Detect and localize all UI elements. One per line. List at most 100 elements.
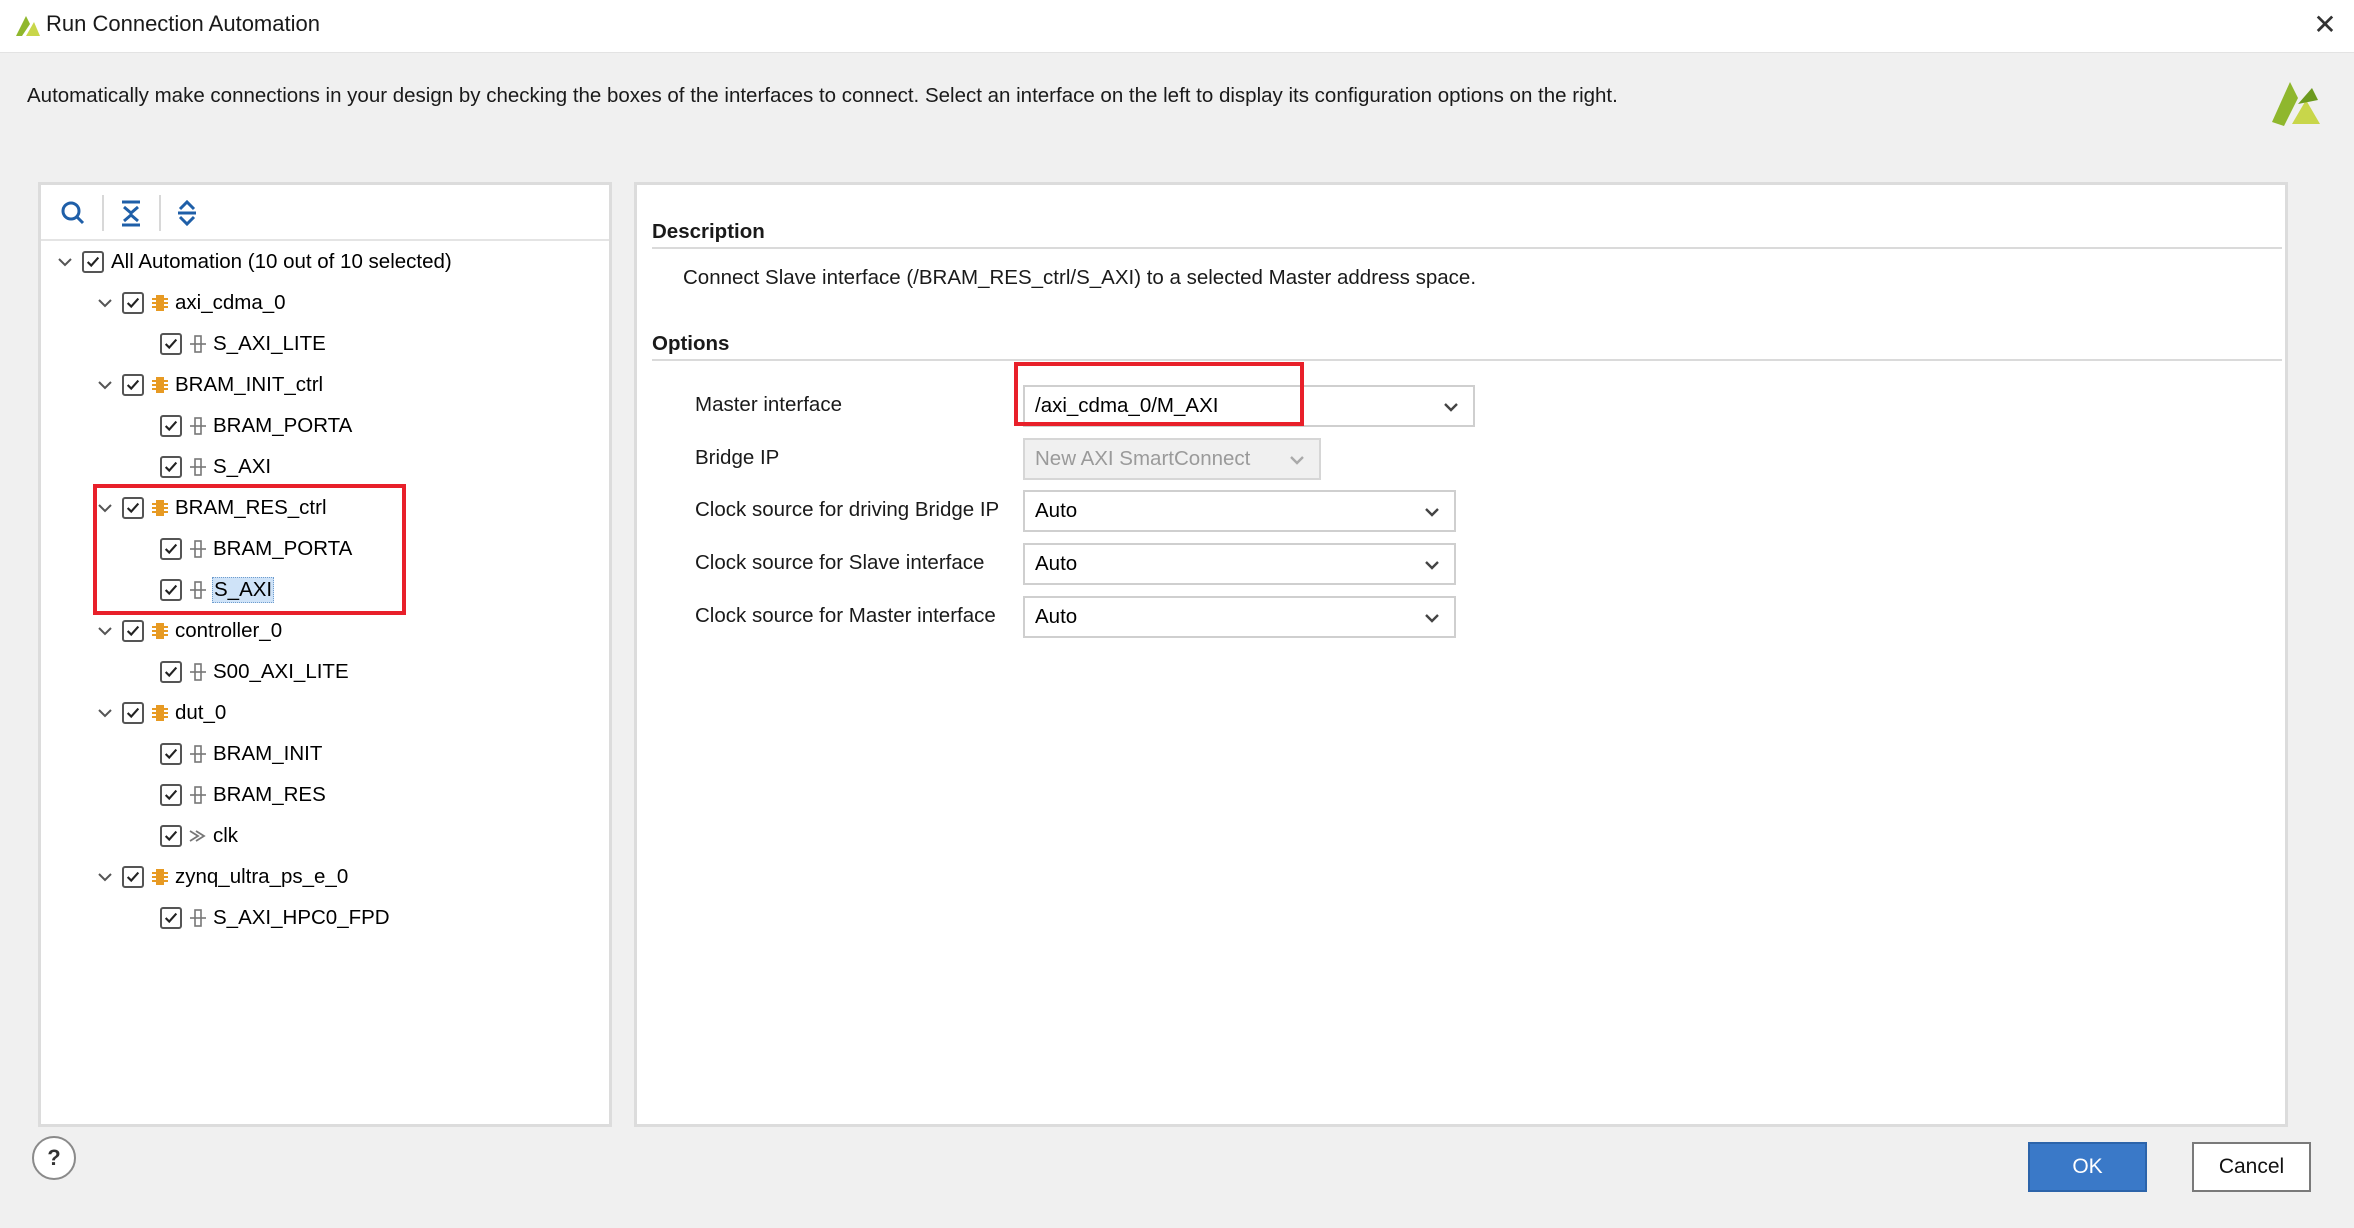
tree-item-label: clk bbox=[213, 824, 239, 847]
interface-icon bbox=[190, 663, 206, 681]
option-label: Bridge IP bbox=[695, 446, 780, 469]
option-select-value: New AXI SmartConnect bbox=[1035, 447, 1251, 470]
option-select-clock-source-for-master-interface[interactable]: Auto bbox=[1023, 596, 1456, 638]
tree-root-all-automation[interactable]: All Automation (10 out of 10 selected) bbox=[54, 242, 453, 282]
tree-item-s-axi-hpc0-fpd[interactable]: S_AXI_HPC0_FPD bbox=[132, 898, 391, 938]
option-select-value: Auto bbox=[1035, 605, 1078, 628]
tree-checkbox[interactable] bbox=[122, 292, 144, 314]
chevron-down-icon[interactable] bbox=[1422, 502, 1442, 522]
tree-item-clk[interactable]: clk bbox=[132, 816, 239, 856]
tree-checkbox[interactable] bbox=[122, 866, 144, 888]
option-label: Master interface bbox=[695, 393, 842, 416]
chevron-down-icon[interactable] bbox=[94, 292, 116, 314]
tree-item-bram-init[interactable]: BRAM_INIT bbox=[132, 734, 323, 774]
tree-item-bram-porta[interactable]: BRAM_PORTA bbox=[132, 406, 353, 446]
interface-icon bbox=[190, 458, 206, 476]
option-select-bridge-ip: New AXI SmartConnect bbox=[1023, 438, 1321, 480]
tree-checkbox[interactable] bbox=[160, 333, 182, 355]
description-title: Description bbox=[652, 220, 765, 243]
help-button[interactable]: ? bbox=[32, 1136, 76, 1180]
interface-icon bbox=[190, 786, 206, 804]
interface-icon bbox=[190, 745, 206, 763]
vivado-logo-icon bbox=[16, 16, 40, 36]
expand-all-icon[interactable] bbox=[169, 197, 205, 229]
tree-checkbox[interactable] bbox=[160, 784, 182, 806]
tree-item-label: dut_0 bbox=[175, 701, 227, 724]
toolbar-separator bbox=[102, 195, 104, 231]
tree-group-axi-cdma-0[interactable]: axi_cdma_0 bbox=[94, 283, 287, 323]
option-label: Clock source for Slave interface bbox=[695, 551, 985, 574]
tree-item-label: axi_cdma_0 bbox=[175, 291, 286, 314]
instructions-text: Automatically make connections in your d… bbox=[27, 84, 1618, 107]
chevron-down-icon[interactable] bbox=[94, 620, 116, 642]
ip-block-icon bbox=[152, 377, 168, 393]
options-divider bbox=[652, 359, 2282, 361]
ip-block-icon bbox=[152, 623, 168, 639]
window-title: Run Connection Automation bbox=[46, 11, 320, 36]
tree-item-label: BRAM_INIT bbox=[213, 742, 323, 765]
chevron-down-icon[interactable] bbox=[94, 374, 116, 396]
tree-item-label: BRAM_INIT_ctrl bbox=[175, 373, 324, 396]
chevron-down-icon[interactable] bbox=[1441, 397, 1461, 417]
interface-icon bbox=[190, 909, 206, 927]
option-select-clock-source-for-slave-interface[interactable]: Auto bbox=[1023, 543, 1456, 585]
tree-item-s-axi[interactable]: S_AXI bbox=[132, 447, 272, 487]
search-icon[interactable] bbox=[55, 197, 91, 229]
tree-item-label: S_AXI_LITE bbox=[213, 332, 326, 355]
tree-checkbox[interactable] bbox=[160, 743, 182, 765]
tree-item-label: controller_0 bbox=[175, 619, 283, 642]
collapse-all-icon[interactable] bbox=[113, 197, 149, 229]
tree-toolbar bbox=[41, 185, 609, 241]
ip-block-icon bbox=[152, 705, 168, 721]
ip-block-icon bbox=[152, 295, 168, 311]
cancel-button[interactable]: Cancel bbox=[2192, 1142, 2311, 1192]
xilinx-logo-icon bbox=[2272, 82, 2320, 126]
tree-checkbox[interactable] bbox=[160, 825, 182, 847]
tree-item-s00-axi-lite[interactable]: S00_AXI_LITE bbox=[132, 652, 350, 692]
ip-block-icon bbox=[152, 869, 168, 885]
highlight-box-bram-res-ctrl bbox=[93, 484, 406, 615]
tree-item-label: zynq_ultra_ps_e_0 bbox=[175, 865, 349, 888]
interface-icon bbox=[190, 417, 206, 435]
tree-item-label: S_AXI bbox=[213, 455, 272, 478]
option-label: Clock source for Master interface bbox=[695, 604, 996, 627]
chevron-down-icon[interactable] bbox=[94, 702, 116, 724]
ok-button[interactable]: OK bbox=[2028, 1142, 2147, 1192]
option-select-clock-source-for-driving-bridge-ip[interactable]: Auto bbox=[1023, 490, 1456, 532]
tree-checkbox[interactable] bbox=[160, 907, 182, 929]
tree-group-bram-init-ctrl[interactable]: BRAM_INIT_ctrl bbox=[94, 365, 324, 405]
chevron-down-icon bbox=[1290, 456, 1304, 465]
chevron-down-icon[interactable] bbox=[54, 251, 76, 273]
tree-checkbox[interactable] bbox=[122, 620, 144, 642]
description-text: Connect Slave interface (/BRAM_RES_ctrl/… bbox=[683, 266, 1477, 289]
tree-checkbox[interactable] bbox=[160, 661, 182, 683]
tree-item-label: BRAM_RES bbox=[213, 783, 326, 806]
chevron-down-icon[interactable] bbox=[1422, 608, 1442, 628]
tree-checkbox[interactable] bbox=[160, 415, 182, 437]
tree-item-label: S00_AXI_LITE bbox=[213, 660, 349, 683]
option-select-value: Auto bbox=[1035, 499, 1078, 522]
tree-checkbox[interactable] bbox=[122, 702, 144, 724]
description-divider bbox=[652, 247, 2282, 249]
highlight-box-master-interface bbox=[1014, 362, 1304, 426]
tree-group-controller-0[interactable]: controller_0 bbox=[94, 611, 283, 651]
close-icon[interactable]: ✕ bbox=[2308, 8, 2342, 42]
interface-icon bbox=[190, 335, 206, 353]
tree-item-label: BRAM_PORTA bbox=[213, 414, 353, 437]
tree-checkbox[interactable] bbox=[122, 374, 144, 396]
tree-group-dut-0[interactable]: dut_0 bbox=[94, 693, 227, 733]
details-panel bbox=[634, 182, 2288, 1127]
tree-item-s-axi-lite[interactable]: S_AXI_LITE bbox=[132, 324, 327, 364]
tree-checkbox[interactable] bbox=[160, 456, 182, 478]
tree-item-label: S_AXI_HPC0_FPD bbox=[213, 906, 390, 929]
toolbar-separator bbox=[159, 195, 161, 231]
tree-group-zynq-ultra-ps-e-0[interactable]: zynq_ultra_ps_e_0 bbox=[94, 857, 349, 897]
tree-item-bram-res[interactable]: BRAM_RES bbox=[132, 775, 327, 815]
tree-checkbox[interactable] bbox=[82, 251, 104, 273]
options-title: Options bbox=[652, 332, 730, 355]
chevron-down-icon[interactable] bbox=[1422, 555, 1442, 575]
clock-icon bbox=[189, 830, 206, 842]
chevron-down-icon[interactable] bbox=[94, 866, 116, 888]
option-label: Clock source for driving Bridge IP bbox=[695, 498, 1000, 521]
option-select-value: Auto bbox=[1035, 552, 1078, 575]
